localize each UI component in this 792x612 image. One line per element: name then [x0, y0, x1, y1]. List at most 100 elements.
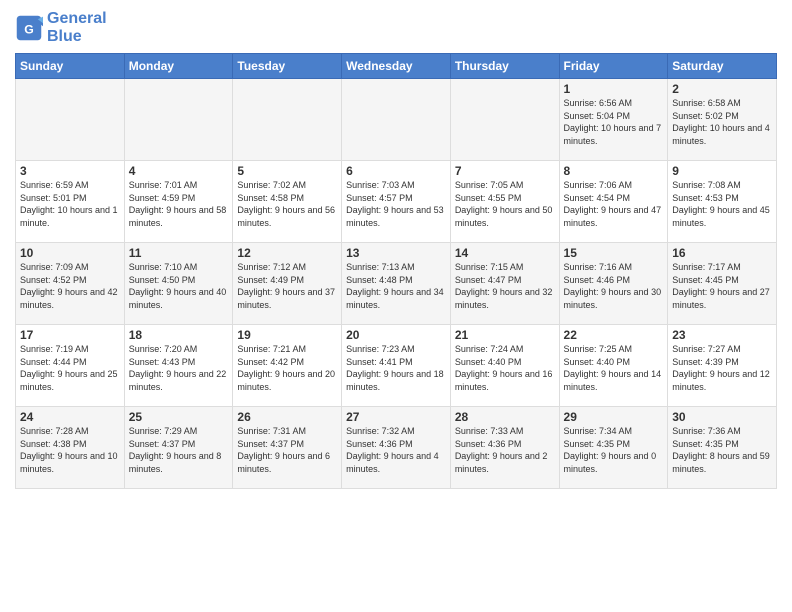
svg-text:G: G [24, 22, 34, 36]
day-number: 14 [455, 246, 555, 260]
day-info: Sunrise: 7:12 AMSunset: 4:49 PMDaylight:… [237, 261, 337, 311]
day-number: 11 [129, 246, 229, 260]
day-info: Sunrise: 6:59 AMSunset: 5:01 PMDaylight:… [20, 179, 120, 229]
calendar-cell: 4Sunrise: 7:01 AMSunset: 4:59 PMDaylight… [124, 161, 233, 243]
weekday-header-thursday: Thursday [450, 54, 559, 79]
calendar-cell: 3Sunrise: 6:59 AMSunset: 5:01 PMDaylight… [16, 161, 125, 243]
calendar-cell: 11Sunrise: 7:10 AMSunset: 4:50 PMDayligh… [124, 243, 233, 325]
logo-text: General [47, 10, 107, 28]
calendar-table: SundayMondayTuesdayWednesdayThursdayFrid… [15, 53, 777, 489]
day-number: 26 [237, 410, 337, 424]
logo: G General Blue [15, 10, 107, 45]
weekday-header-row: SundayMondayTuesdayWednesdayThursdayFrid… [16, 54, 777, 79]
day-number: 1 [564, 82, 664, 96]
calendar-cell: 27Sunrise: 7:32 AMSunset: 4:36 PMDayligh… [342, 407, 451, 489]
weekday-header-sunday: Sunday [16, 54, 125, 79]
day-number: 5 [237, 164, 337, 178]
calendar-cell: 29Sunrise: 7:34 AMSunset: 4:35 PMDayligh… [559, 407, 668, 489]
day-info: Sunrise: 7:19 AMSunset: 4:44 PMDaylight:… [20, 343, 120, 393]
weekday-header-friday: Friday [559, 54, 668, 79]
day-number: 30 [672, 410, 772, 424]
day-number: 17 [20, 328, 120, 342]
logo-blue: Blue [47, 28, 107, 46]
day-info: Sunrise: 7:31 AMSunset: 4:37 PMDaylight:… [237, 425, 337, 475]
calendar-cell: 13Sunrise: 7:13 AMSunset: 4:48 PMDayligh… [342, 243, 451, 325]
calendar-cell [124, 79, 233, 161]
weekday-header-saturday: Saturday [668, 54, 777, 79]
header: G General Blue [15, 10, 777, 45]
day-number: 19 [237, 328, 337, 342]
day-info: Sunrise: 7:24 AMSunset: 4:40 PMDaylight:… [455, 343, 555, 393]
logo-icon: G [15, 14, 43, 42]
day-info: Sunrise: 7:33 AMSunset: 4:36 PMDaylight:… [455, 425, 555, 475]
day-info: Sunrise: 7:08 AMSunset: 4:53 PMDaylight:… [672, 179, 772, 229]
day-info: Sunrise: 7:06 AMSunset: 4:54 PMDaylight:… [564, 179, 664, 229]
calendar-cell: 17Sunrise: 7:19 AMSunset: 4:44 PMDayligh… [16, 325, 125, 407]
weekday-header-wednesday: Wednesday [342, 54, 451, 79]
day-number: 24 [20, 410, 120, 424]
calendar-cell: 19Sunrise: 7:21 AMSunset: 4:42 PMDayligh… [233, 325, 342, 407]
calendar-cell: 5Sunrise: 7:02 AMSunset: 4:58 PMDaylight… [233, 161, 342, 243]
day-info: Sunrise: 7:23 AMSunset: 4:41 PMDaylight:… [346, 343, 446, 393]
day-info: Sunrise: 7:25 AMSunset: 4:40 PMDaylight:… [564, 343, 664, 393]
calendar-cell: 12Sunrise: 7:12 AMSunset: 4:49 PMDayligh… [233, 243, 342, 325]
day-info: Sunrise: 7:21 AMSunset: 4:42 PMDaylight:… [237, 343, 337, 393]
day-number: 20 [346, 328, 446, 342]
calendar-cell: 20Sunrise: 7:23 AMSunset: 4:41 PMDayligh… [342, 325, 451, 407]
calendar-cell: 15Sunrise: 7:16 AMSunset: 4:46 PMDayligh… [559, 243, 668, 325]
weekday-header-tuesday: Tuesday [233, 54, 342, 79]
day-number: 25 [129, 410, 229, 424]
day-info: Sunrise: 7:16 AMSunset: 4:46 PMDaylight:… [564, 261, 664, 311]
day-info: Sunrise: 7:03 AMSunset: 4:57 PMDaylight:… [346, 179, 446, 229]
calendar-cell: 30Sunrise: 7:36 AMSunset: 4:35 PMDayligh… [668, 407, 777, 489]
calendar-cell [342, 79, 451, 161]
day-number: 16 [672, 246, 772, 260]
day-number: 15 [564, 246, 664, 260]
calendar-cell: 14Sunrise: 7:15 AMSunset: 4:47 PMDayligh… [450, 243, 559, 325]
calendar-container: G General Blue SundayMondayTuesdayWednes… [0, 0, 792, 494]
day-info: Sunrise: 7:34 AMSunset: 4:35 PMDaylight:… [564, 425, 664, 475]
day-number: 21 [455, 328, 555, 342]
day-number: 9 [672, 164, 772, 178]
calendar-cell: 6Sunrise: 7:03 AMSunset: 4:57 PMDaylight… [342, 161, 451, 243]
day-info: Sunrise: 7:01 AMSunset: 4:59 PMDaylight:… [129, 179, 229, 229]
day-info: Sunrise: 7:27 AMSunset: 4:39 PMDaylight:… [672, 343, 772, 393]
day-info: Sunrise: 7:36 AMSunset: 4:35 PMDaylight:… [672, 425, 772, 475]
calendar-cell: 8Sunrise: 7:06 AMSunset: 4:54 PMDaylight… [559, 161, 668, 243]
calendar-cell [450, 79, 559, 161]
calendar-cell: 10Sunrise: 7:09 AMSunset: 4:52 PMDayligh… [16, 243, 125, 325]
day-number: 2 [672, 82, 772, 96]
day-info: Sunrise: 6:56 AMSunset: 5:04 PMDaylight:… [564, 97, 664, 147]
calendar-cell: 25Sunrise: 7:29 AMSunset: 4:37 PMDayligh… [124, 407, 233, 489]
week-row-0: 1Sunrise: 6:56 AMSunset: 5:04 PMDaylight… [16, 79, 777, 161]
day-info: Sunrise: 7:20 AMSunset: 4:43 PMDaylight:… [129, 343, 229, 393]
weekday-header-monday: Monday [124, 54, 233, 79]
day-number: 28 [455, 410, 555, 424]
calendar-cell: 22Sunrise: 7:25 AMSunset: 4:40 PMDayligh… [559, 325, 668, 407]
calendar-cell: 18Sunrise: 7:20 AMSunset: 4:43 PMDayligh… [124, 325, 233, 407]
calendar-cell: 16Sunrise: 7:17 AMSunset: 4:45 PMDayligh… [668, 243, 777, 325]
day-info: Sunrise: 7:09 AMSunset: 4:52 PMDaylight:… [20, 261, 120, 311]
day-number: 29 [564, 410, 664, 424]
week-row-3: 17Sunrise: 7:19 AMSunset: 4:44 PMDayligh… [16, 325, 777, 407]
calendar-cell: 7Sunrise: 7:05 AMSunset: 4:55 PMDaylight… [450, 161, 559, 243]
day-number: 18 [129, 328, 229, 342]
day-number: 10 [20, 246, 120, 260]
day-info: Sunrise: 7:10 AMSunset: 4:50 PMDaylight:… [129, 261, 229, 311]
week-row-4: 24Sunrise: 7:28 AMSunset: 4:38 PMDayligh… [16, 407, 777, 489]
day-info: Sunrise: 7:05 AMSunset: 4:55 PMDaylight:… [455, 179, 555, 229]
calendar-body: 1Sunrise: 6:56 AMSunset: 5:04 PMDaylight… [16, 79, 777, 489]
day-number: 27 [346, 410, 446, 424]
day-info: Sunrise: 7:32 AMSunset: 4:36 PMDaylight:… [346, 425, 446, 475]
day-number: 13 [346, 246, 446, 260]
calendar-cell: 9Sunrise: 7:08 AMSunset: 4:53 PMDaylight… [668, 161, 777, 243]
day-number: 4 [129, 164, 229, 178]
week-row-2: 10Sunrise: 7:09 AMSunset: 4:52 PMDayligh… [16, 243, 777, 325]
day-number: 12 [237, 246, 337, 260]
day-number: 23 [672, 328, 772, 342]
day-info: Sunrise: 7:17 AMSunset: 4:45 PMDaylight:… [672, 261, 772, 311]
day-info: Sunrise: 7:15 AMSunset: 4:47 PMDaylight:… [455, 261, 555, 311]
calendar-cell: 21Sunrise: 7:24 AMSunset: 4:40 PMDayligh… [450, 325, 559, 407]
calendar-cell: 2Sunrise: 6:58 AMSunset: 5:02 PMDaylight… [668, 79, 777, 161]
day-info: Sunrise: 7:28 AMSunset: 4:38 PMDaylight:… [20, 425, 120, 475]
